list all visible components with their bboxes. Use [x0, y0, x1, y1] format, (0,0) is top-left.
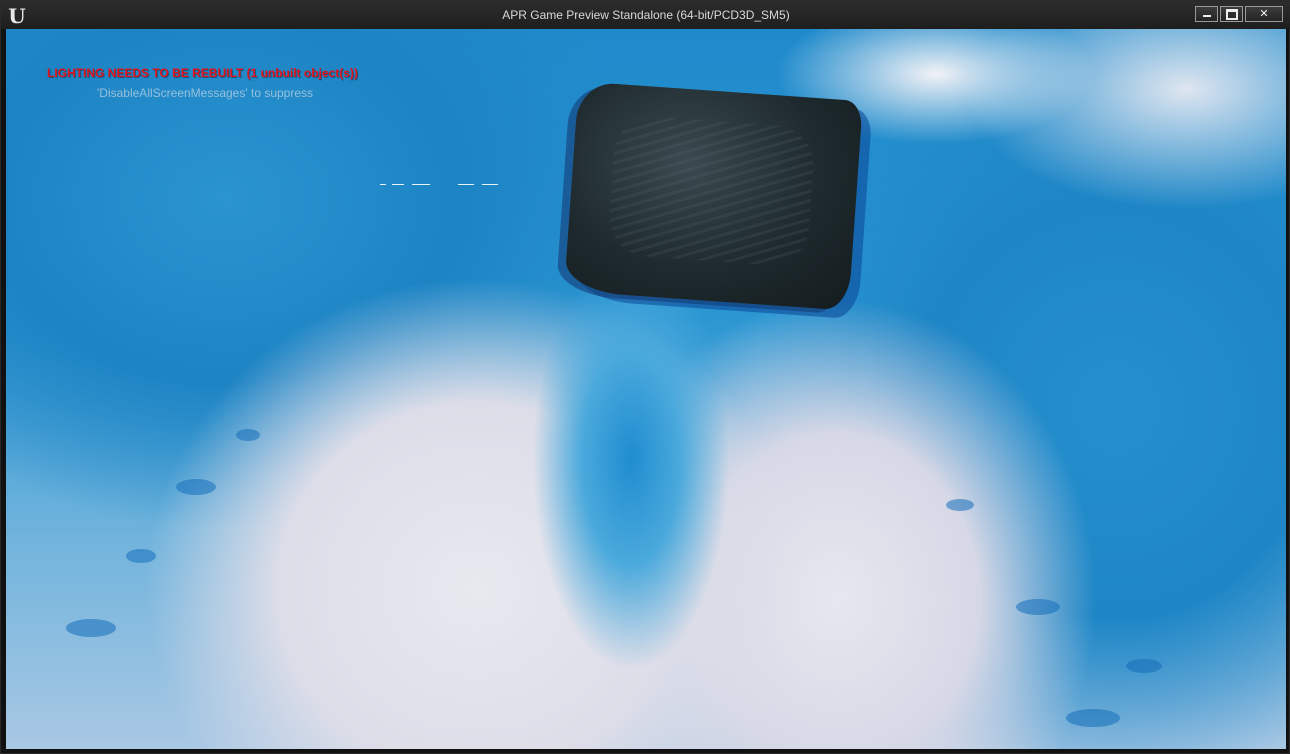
minimize-icon: [1202, 15, 1211, 17]
minimize-button[interactable]: [1195, 6, 1218, 22]
terrain-patch: [236, 429, 260, 441]
lighting-warning-message: LIGHTING NEEDS TO BE REBUILT (1 unbuilt …: [47, 66, 358, 80]
terrain-patch: [1066, 709, 1120, 727]
maximize-button[interactable]: [1220, 6, 1243, 22]
terrain-patch: [176, 479, 216, 495]
maximize-icon: [1225, 9, 1238, 20]
game-viewport[interactable]: LIGHTING NEEDS TO BE REBUILT (1 unbuilt …: [6, 29, 1286, 749]
terrain-patch: [1126, 659, 1162, 673]
terrain-patch: [946, 499, 974, 511]
window-title: APR Game Preview Standalone (64-bit/PCD3…: [502, 8, 790, 22]
terrain-patch: [126, 549, 156, 563]
rock-object: [564, 81, 863, 311]
close-icon: ✕: [1259, 8, 1269, 20]
close-button[interactable]: ✕: [1245, 6, 1283, 22]
terrain-patch: [66, 619, 116, 637]
game-preview-window: U APR Game Preview Standalone (64-bit/PC…: [0, 0, 1290, 754]
terrain-patch: [1016, 599, 1060, 615]
suppress-hint-message: 'DisableAllScreenMessages' to suppress: [97, 86, 314, 100]
title-bar[interactable]: U APR Game Preview Standalone (64-bit/PC…: [1, 1, 1290, 29]
